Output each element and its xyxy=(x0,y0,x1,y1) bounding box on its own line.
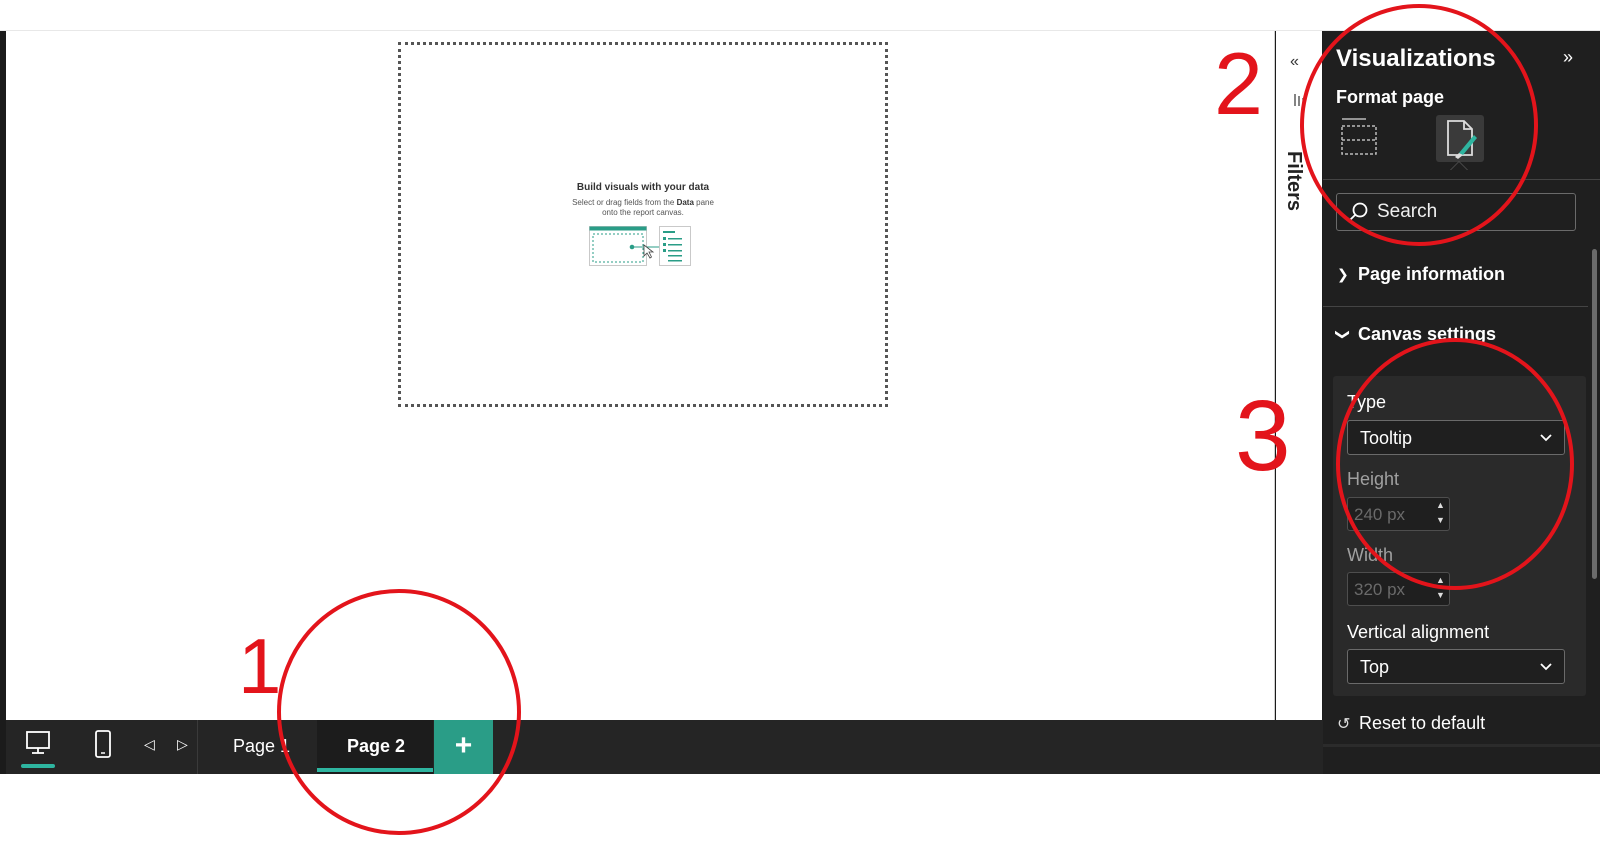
active-indicator xyxy=(21,764,55,768)
chevron-down-icon xyxy=(1540,434,1552,442)
top-strip xyxy=(0,0,1600,31)
increment-icon[interactable]: ▲ xyxy=(1436,575,1445,585)
placeholder-line2: onto the report canvas. xyxy=(602,208,684,217)
double-chevron-right-icon[interactable]: » xyxy=(1563,47,1573,68)
filters-label[interactable]: Filters xyxy=(1282,151,1305,211)
section-label: Canvas settings xyxy=(1358,324,1497,344)
app-window: Build visuals with your data Select or d… xyxy=(0,0,1600,842)
page-navigation-bar: ◁ ▷ Page 1 Page 2 + xyxy=(6,720,1323,774)
caret-left-icon[interactable]: ◁ xyxy=(144,736,155,753)
width-stepper[interactable]: 320 px ▲ ▼ xyxy=(1347,572,1450,606)
caret-right-icon[interactable]: ▷ xyxy=(177,736,188,753)
section-page-information[interactable]: ❯ Page information xyxy=(1323,249,1588,305)
report-canvas[interactable]: Build visuals with your data Select or d… xyxy=(6,31,1275,720)
type-dropdown[interactable]: Tooltip xyxy=(1347,420,1565,455)
visual-layout-icon[interactable] xyxy=(1340,115,1380,157)
filter-lines-icon xyxy=(1294,94,1304,106)
undo-icon: ↺ xyxy=(1337,716,1351,733)
placeholder-line1-post: pane xyxy=(693,198,714,207)
tab-pointer xyxy=(1450,161,1468,170)
vertical-alignment-value: Top xyxy=(1360,657,1390,677)
page-tab-label: Page 1 xyxy=(233,736,291,756)
height-value: 240 px xyxy=(1354,505,1406,524)
page-tab-2[interactable]: Page 2 xyxy=(317,720,433,774)
placeholder-data-word: Data xyxy=(676,198,694,207)
chevron-down-icon xyxy=(1540,663,1552,671)
page-tab-1[interactable]: Page 1 xyxy=(198,720,317,774)
double-chevron-left-icon[interactable]: « xyxy=(1290,53,1299,71)
format-page-tab[interactable] xyxy=(1436,115,1484,162)
divider xyxy=(1323,179,1600,180)
build-visual-illustration-icon xyxy=(589,226,691,266)
visual-placeholder[interactable]: Build visuals with your data Select or d… xyxy=(398,42,888,407)
search-input[interactable] xyxy=(1377,194,1567,230)
placeholder-title: Build visuals with your data xyxy=(576,182,710,193)
chevron-down-icon: ❯ xyxy=(1335,328,1352,341)
canvas-settings-card: Type Tooltip Height 240 px ▲ ▼ Width 320… xyxy=(1333,376,1586,696)
height-label: Height xyxy=(1347,469,1400,489)
vertical-alignment-label: Vertical alignment xyxy=(1347,622,1490,642)
divider xyxy=(1323,744,1600,747)
width-label: Width xyxy=(1347,545,1394,565)
vertical-alignment-dropdown[interactable]: Top xyxy=(1347,649,1565,684)
add-page-button[interactable]: + xyxy=(434,720,493,774)
placeholder-line1-pre: Select or drag fields from the xyxy=(572,198,677,207)
desktop-layout-icon xyxy=(26,731,50,754)
height-stepper[interactable]: 240 px ▲ ▼ xyxy=(1347,497,1450,531)
reset-label: Reset to default xyxy=(1359,713,1486,733)
visualizations-pane: Visualizations » Format page Search ❯ Pa… xyxy=(1323,31,1600,774)
active-indicator xyxy=(317,768,433,772)
section-label: Page information xyxy=(1358,264,1506,284)
page-tab-label: Page 2 xyxy=(347,736,406,756)
search-box[interactable] xyxy=(1336,193,1576,231)
filters-pane-collapsed[interactable]: « Filters xyxy=(1276,31,1322,720)
desktop-layout-button[interactable] xyxy=(18,724,58,770)
pane-title: Visualizations xyxy=(1336,45,1496,72)
decrement-icon[interactable]: ▼ xyxy=(1436,515,1445,525)
pane-scrollbar[interactable] xyxy=(1592,249,1597,579)
width-value: 320 px xyxy=(1354,580,1406,599)
chevron-right-icon: ❯ xyxy=(1337,266,1349,282)
format-paintbrush-icon xyxy=(1447,120,1477,159)
type-value: Tooltip xyxy=(1360,428,1413,448)
divider xyxy=(1323,306,1588,307)
decrement-icon[interactable]: ▼ xyxy=(1436,590,1445,600)
type-label: Type xyxy=(1347,392,1387,412)
placeholder-subtitle: Select or drag fields from the Data pane… xyxy=(401,198,885,218)
pane-subtitle: Format page xyxy=(1336,87,1445,107)
mobile-layout-icon[interactable] xyxy=(93,728,113,764)
search-icon xyxy=(1348,202,1368,222)
increment-icon[interactable]: ▲ xyxy=(1436,500,1445,510)
reset-to-default-button[interactable]: ↺ Reset to default xyxy=(1337,713,1485,734)
section-canvas-settings[interactable]: ❯ Canvas settings xyxy=(1323,309,1588,365)
